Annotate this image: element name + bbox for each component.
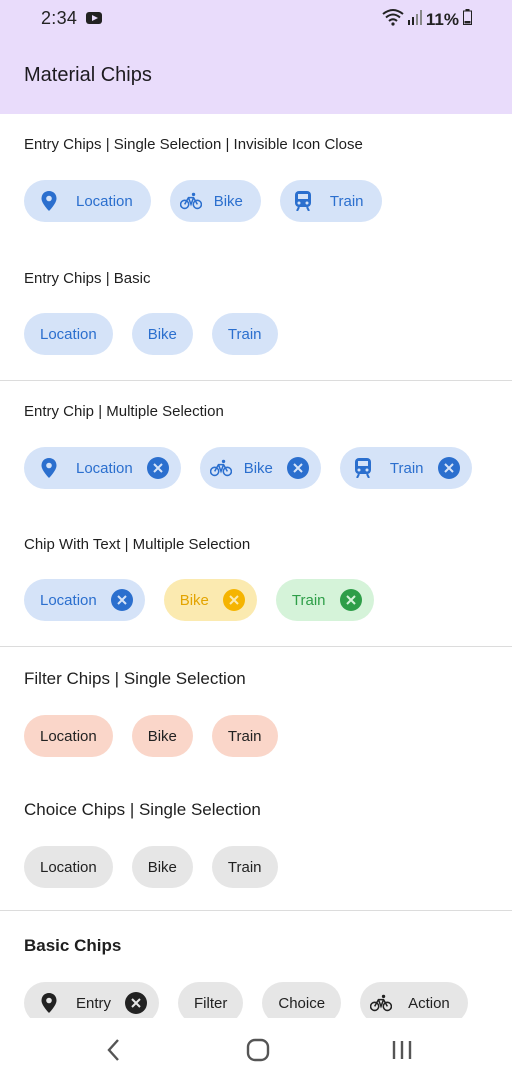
chip-bike[interactable]: Bike	[131, 313, 193, 355]
chip-bike[interactable]: Bike	[131, 715, 193, 757]
chip-label: Action	[408, 994, 450, 1012]
status-bar: 2:34 11%	[0, 0, 512, 40]
signal-icon	[407, 9, 422, 30]
close-icon[interactable]	[146, 457, 169, 479]
status-time: 2:34	[41, 8, 78, 28]
system-nav-bar	[0, 1018, 512, 1080]
chip-bike[interactable]: Bike	[163, 579, 257, 621]
chip-label: Entry	[76, 994, 112, 1012]
chip-location[interactable]: Location	[24, 715, 113, 757]
location-pin-icon	[38, 992, 60, 1014]
section-title-entry-basic: Entry Chips | Basic	[24, 270, 151, 287]
chip-location[interactable]: Location	[24, 313, 113, 355]
chip-location[interactable]: Location	[24, 579, 145, 621]
chip-train[interactable]: Train	[339, 447, 472, 489]
train-icon	[292, 190, 314, 212]
chip-label: Location	[76, 192, 133, 210]
section-title-choice: Choice Chips | Single Selection	[24, 800, 261, 819]
chip-label: Bike	[243, 459, 273, 477]
battery-percent: 11%	[425, 9, 459, 29]
divider	[0, 910, 512, 911]
chip-label: Train	[329, 192, 364, 210]
chip-label: Location	[40, 858, 97, 876]
chip-bike[interactable]: Bike	[131, 846, 193, 888]
chip-label: Location	[40, 325, 97, 343]
location-pin-icon	[38, 457, 60, 479]
chip-label: Train	[227, 325, 262, 343]
chip-label: Location	[76, 459, 133, 477]
section-title-filter: Filter Chips | Single Selection	[24, 669, 246, 688]
close-icon[interactable]	[339, 589, 362, 611]
train-icon	[352, 457, 374, 479]
chip-train[interactable]: Train	[279, 180, 382, 222]
home-button[interactable]	[240, 1032, 276, 1068]
chip-label: Location	[40, 727, 97, 745]
chip-label: Train	[291, 591, 326, 609]
status-icons: 11%	[382, 8, 472, 31]
youtube-notification-icon	[86, 12, 102, 24]
bike-icon	[209, 457, 232, 479]
close-icon[interactable]	[437, 457, 460, 479]
chip-bike[interactable]: Bike	[169, 180, 261, 222]
location-pin-icon	[38, 190, 60, 212]
chip-row-filter: Location Bike Train	[24, 715, 278, 757]
chip-train[interactable]: Train	[211, 313, 278, 355]
chip-label: Filter	[194, 994, 228, 1012]
top-app-bar: Material Chips	[0, 40, 512, 114]
chip-label: Bike	[147, 325, 177, 343]
chip-row-entry-multiple: Location Bike Train	[24, 447, 472, 489]
chip-label: Location	[40, 591, 97, 609]
close-icon[interactable]	[286, 457, 309, 479]
battery-icon	[463, 9, 472, 30]
chip-label: Choice	[278, 994, 326, 1012]
chip-label: Train	[389, 459, 424, 477]
chip-location[interactable]: Location	[24, 447, 181, 489]
section-title-entry-multiple: Entry Chip | Multiple Selection	[24, 403, 224, 420]
close-icon[interactable]	[125, 992, 148, 1014]
chip-label: Train	[227, 858, 262, 876]
chip-label: Bike	[179, 591, 209, 609]
chip-row-entry-single: Location Bike Train	[24, 180, 382, 222]
bike-icon	[179, 190, 202, 212]
recents-button[interactable]	[384, 1032, 420, 1068]
chip-location[interactable]: Location	[24, 180, 151, 222]
chip-train[interactable]: Train	[275, 579, 374, 621]
divider	[0, 646, 512, 647]
chip-train[interactable]: Train	[211, 846, 278, 888]
section-title-entry-single: Entry Chips | Single Selection | Invisib…	[24, 136, 363, 153]
chip-row-choice: Location Bike Train	[24, 846, 278, 888]
app-title: Material Chips	[24, 64, 152, 86]
chip-label: Bike	[213, 192, 243, 210]
section-title-basic: Basic Chips	[24, 936, 122, 955]
back-button[interactable]	[96, 1032, 132, 1068]
chip-row-entry-basic: Location Bike Train	[24, 313, 278, 355]
close-icon[interactable]	[110, 589, 133, 611]
chip-label: Train	[227, 727, 262, 745]
chip-train[interactable]: Train	[211, 715, 278, 757]
chip-bike[interactable]: Bike	[199, 447, 321, 489]
close-icon[interactable]	[222, 589, 245, 611]
chip-label: Bike	[147, 858, 177, 876]
bike-icon	[370, 992, 393, 1014]
chip-label: Bike	[147, 727, 177, 745]
chip-row-chip-with-text: Location Bike Train	[24, 579, 374, 621]
wifi-icon	[382, 8, 404, 31]
section-title-chip-with-text: Chip With Text | Multiple Selection	[24, 536, 251, 553]
divider	[0, 380, 512, 381]
chip-location[interactable]: Location	[24, 846, 113, 888]
